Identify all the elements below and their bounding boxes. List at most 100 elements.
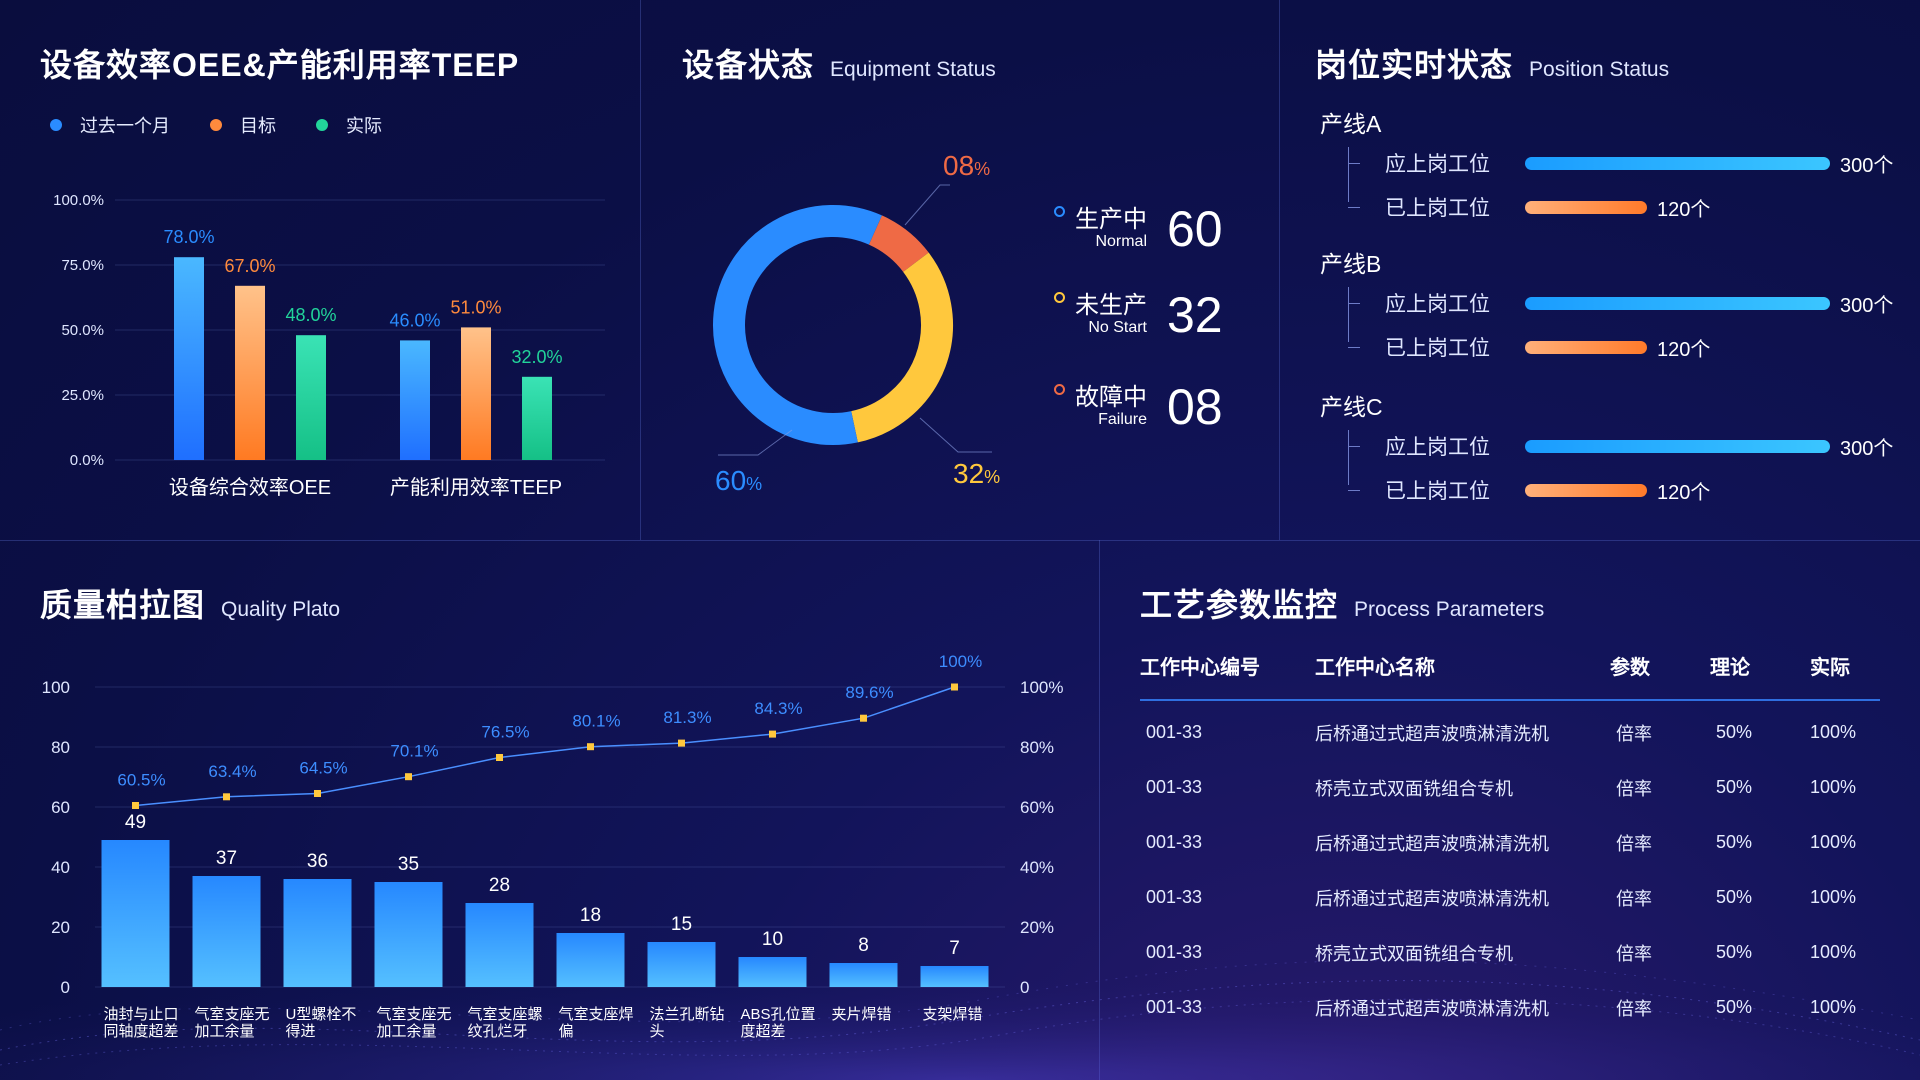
data-label: 18 (580, 905, 601, 926)
process-panel: 工艺参数监控 Process Parameters 工作中心编号 工作中心名称 … (1100, 540, 1920, 1080)
position-title: 岗位实时状态 (1315, 47, 1514, 83)
table-cell: 50% (1716, 997, 1753, 1017)
y-tick-label: 100.0% (53, 192, 104, 209)
quality-panel: 质量柏拉图 Quality Plato 100 80 60 40 20 0 100% 80% 6… (0, 540, 1099, 1080)
table-cell: 50% (1716, 832, 1753, 852)
table-cell: 50% (1716, 722, 1753, 742)
status-name-en: Normal (1095, 233, 1147, 250)
status-name-en: No Start (1088, 319, 1147, 336)
data-label: 8 (858, 935, 869, 956)
bar (461, 327, 491, 460)
cumulative-label: 76.5% (481, 723, 529, 742)
position-bar-row: 已上岗工位 120个 (1385, 475, 1710, 505)
column-header: 理论 (1710, 656, 1750, 679)
position-bar (1525, 200, 1647, 214)
bar (235, 285, 265, 460)
cumulative-point (769, 730, 776, 738)
pie-slice (868, 215, 929, 273)
tree-bracket (1348, 147, 1349, 202)
table-cell: 100% (1810, 997, 1857, 1017)
position-bar (1525, 156, 1830, 170)
data-label: 37 (216, 848, 237, 869)
data-label: 67.0% (224, 256, 275, 276)
position-subtitle: Position Status (1529, 58, 1670, 81)
table-cell: 001-33 (1146, 832, 1203, 852)
x-tick-label: ABS孔位置 (741, 1006, 816, 1023)
table-cell: 倍率 (1616, 998, 1652, 1019)
table-cell: 倍率 (1616, 943, 1652, 964)
process-subtitle: Process Parameters (1354, 598, 1545, 621)
pareto-bar (738, 957, 807, 987)
status-label: 故障中 Failure (1075, 385, 1147, 429)
x-tick-label: 同轴度超差 (104, 1023, 179, 1040)
y2-tick-label: 0 (1020, 978, 1029, 997)
bar (522, 376, 552, 460)
tree-bracket (1348, 430, 1349, 485)
y-tick-label: 0 (61, 978, 70, 997)
y-tick-label: 75.0% (61, 257, 104, 274)
y2-tick-label: 20% (1020, 918, 1054, 937)
status-count: 32 (1167, 287, 1223, 343)
status-ring-icon (1054, 292, 1065, 303)
status-donut-chart: 60% 32% 08% (713, 150, 1000, 496)
data-label: 46.0% (389, 310, 440, 330)
y-tick-label: 0.0% (70, 452, 104, 469)
x-tick-label: 气室支座螺 (468, 1006, 543, 1023)
pareto-bar (829, 963, 898, 987)
x-tick-label: 气室支座无 (377, 1006, 452, 1023)
bar-value: 120个 (1657, 198, 1711, 221)
pareto-bar (556, 933, 625, 987)
cumulative-point (223, 793, 230, 801)
tree-tick (1348, 207, 1360, 208)
x-tick-label: 支架焊错 (923, 1006, 983, 1023)
y2-tick-label: 80% (1020, 738, 1054, 757)
bar-label: 已上岗工位 (1385, 480, 1490, 503)
data-label: 32.0% (511, 347, 562, 367)
table-cell: 倍率 (1616, 723, 1652, 744)
data-label: 51.0% (450, 297, 501, 317)
table-cell: 倍率 (1616, 833, 1652, 854)
table-row: 001-33 后桥通过式超声波喷淋清洗机 倍率 50% 100% (1140, 815, 1880, 870)
column-header: 工作中心编号 (1140, 656, 1260, 679)
table-cell: 100% (1810, 832, 1857, 852)
pareto-bar (920, 966, 989, 987)
status-row: 生产中 Normal 60 (1054, 200, 1223, 258)
pareto-bar (283, 879, 352, 987)
data-label: 49 (125, 812, 146, 833)
status-ring-icon (1054, 384, 1065, 395)
table-cell: 100% (1810, 887, 1857, 907)
status-row: 未生产 No Start 32 (1054, 286, 1223, 344)
status-ring-icon (1054, 206, 1065, 217)
pareto-bar (647, 942, 716, 987)
x-tick-label: 纹孔烂牙 (468, 1023, 528, 1040)
y-tick-label: 100 (42, 678, 70, 697)
x-tick-label: 气室支座无 (195, 1006, 270, 1023)
status-row: 故障中 Failure 08 (1054, 378, 1223, 436)
table-cell: 50% (1716, 777, 1753, 797)
table-cell: 后桥通过式超声波喷淋清洗机 (1315, 833, 1549, 854)
cumulative-point (951, 683, 958, 691)
tree-tick (1348, 446, 1360, 447)
bar-value: 300个 (1840, 154, 1894, 177)
table-row: 001-33 后桥通过式超声波喷淋清洗机 倍率 50% 100% (1140, 695, 1880, 760)
position-bar (1525, 439, 1830, 453)
x-tick-label: 产能利用效率TEEP (390, 476, 562, 499)
pareto-bar (192, 876, 261, 987)
line-name: 产线A (1320, 111, 1382, 137)
bar (400, 340, 430, 460)
data-label: 35 (398, 854, 419, 875)
position-bar-row: 已上岗工位 120个 (1385, 332, 1710, 362)
position-bar-row: 应上岗工位 300个 (1385, 431, 1893, 461)
column-header: 工作中心名称 (1315, 656, 1435, 679)
status-name: 生产中 (1075, 206, 1147, 233)
cumulative-label: 70.1% (390, 742, 438, 761)
cumulative-label: 64.5% (299, 759, 347, 778)
y2-tick-label: 40% (1020, 858, 1054, 877)
table-cell: 后桥通过式超声波喷淋清洗机 (1315, 998, 1549, 1019)
table-cell: 桥壳立式双面铣组合专机 (1315, 943, 1513, 964)
status-label: 未生产 No Start (1075, 293, 1147, 337)
slice-label: 32% (953, 458, 1000, 489)
y-tick-label: 40 (51, 858, 70, 877)
tree-bracket (1348, 287, 1349, 342)
cumulative-label: 80.1% (572, 712, 620, 731)
